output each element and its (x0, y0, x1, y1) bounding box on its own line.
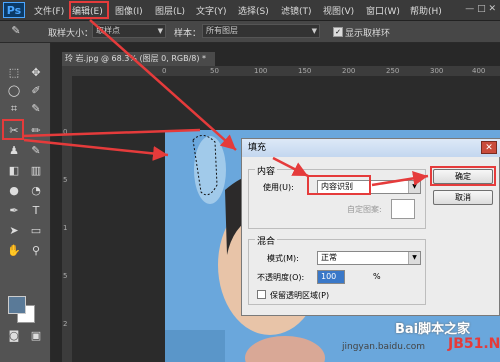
watermark-brand: Bai脚本之家 (395, 322, 471, 337)
annotation-arrows (21, 19, 429, 187)
watermark-site: JB51.Net (448, 336, 500, 352)
arrow-tool-line (21, 128, 201, 138)
arrow-tool-to-photo (23, 138, 169, 161)
watermark-url: jingyan.baidu.com (342, 342, 426, 352)
arrow-to-content-aware (272, 156, 309, 178)
arrow-to-ok (371, 170, 429, 187)
